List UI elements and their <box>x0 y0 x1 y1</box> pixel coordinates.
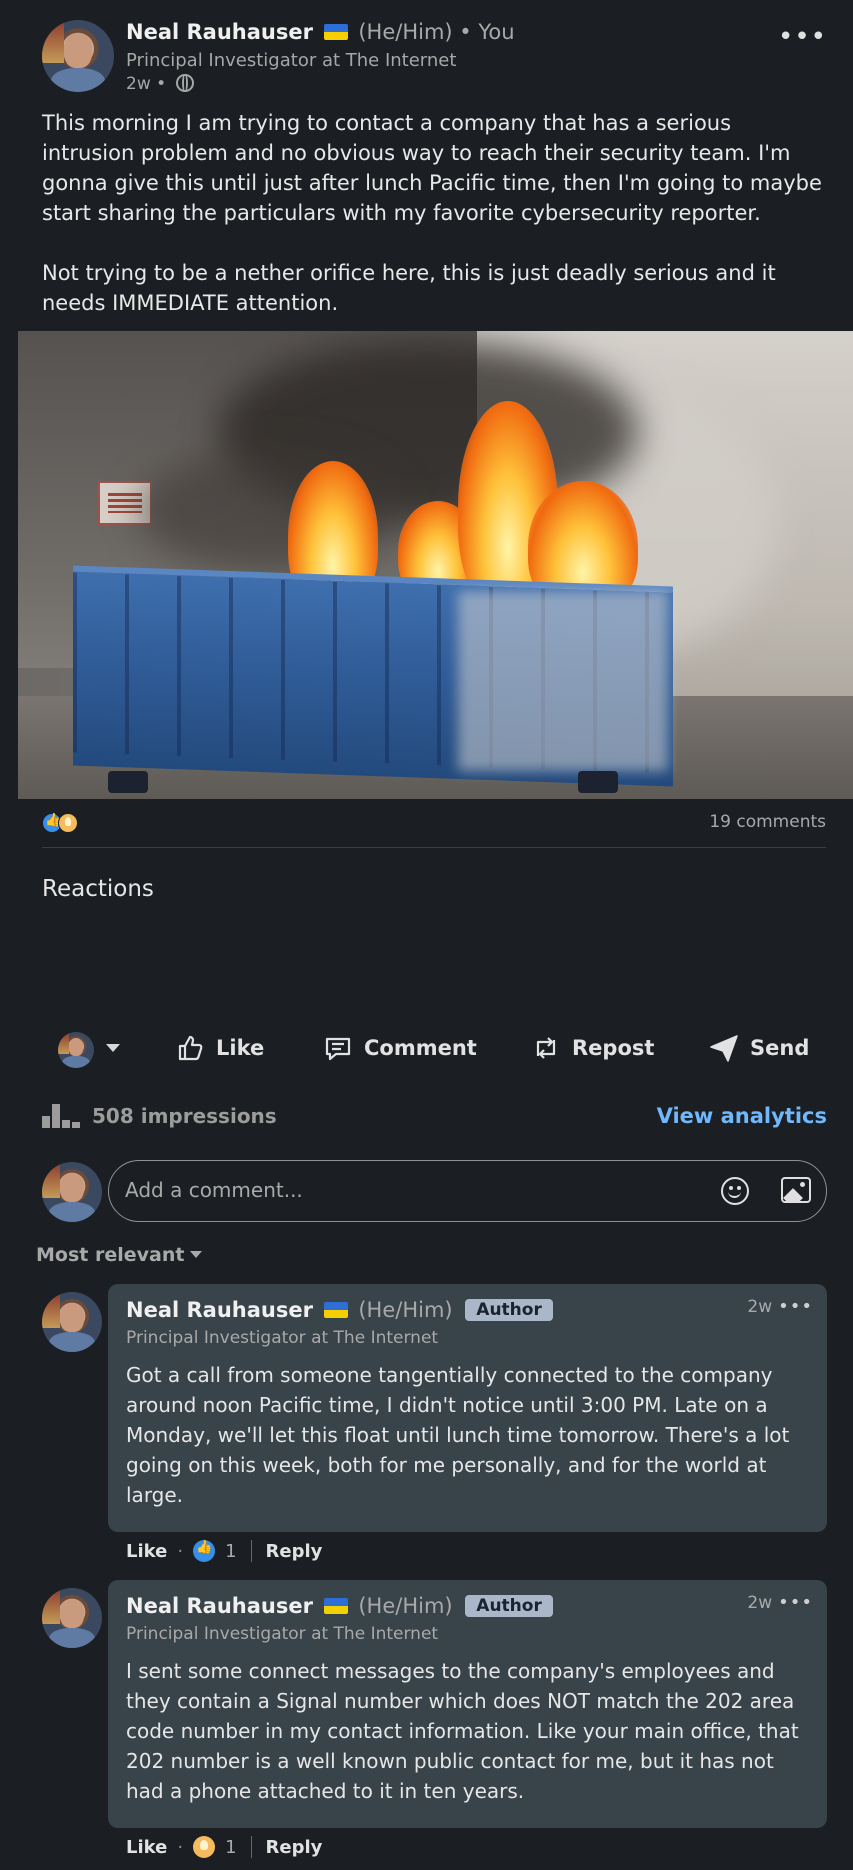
comment-timestamp: 2w ••• <box>747 1592 813 1613</box>
comment-avatar[interactable] <box>42 1292 102 1352</box>
author-name[interactable]: Neal Rauhauser <box>126 20 313 44</box>
add-comment-input[interactable] <box>125 1161 685 1219</box>
more-horizontal-icon[interactable]: ••• <box>778 1592 813 1613</box>
comment-actions: Like · 1 Reply <box>126 1836 322 1858</box>
thumbs-up-icon <box>178 1035 203 1061</box>
insightful-reaction-icon <box>58 813 78 833</box>
comment-time-text: 2w <box>747 1593 773 1613</box>
post-timestamp: 2w • <box>126 74 194 94</box>
globe-icon <box>175 74 194 92</box>
comment-author-name[interactable]: Neal Rauhauser <box>126 1298 313 1322</box>
insightful-reaction-icon <box>193 1836 216 1858</box>
comment-text: I sent some connect messages to the comp… <box>126 1659 799 1803</box>
bar-chart-icon <box>42 1104 80 1128</box>
send-icon <box>710 1035 738 1062</box>
sort-dropdown[interactable]: Most relevant <box>36 1244 203 1266</box>
comment-bubble: Neal Rauhauser (He/Him) Author Principal… <box>108 1580 827 1828</box>
reactions-heading: Reactions <box>42 876 154 902</box>
post-body-text: This morning I am trying to contact a co… <box>42 111 822 315</box>
caret-down-icon <box>190 1251 203 1258</box>
comment-actions: Like · 1 Reply <box>126 1540 322 1562</box>
emoji-icon[interactable] <box>721 1177 749 1205</box>
impressions-count: 508 impressions <box>92 1104 277 1128</box>
author-line[interactable]: Neal Rauhauser (He/Him) • You <box>126 20 515 44</box>
author-meta: (He/Him) • You <box>358 20 515 44</box>
repost-label: Repost <box>572 1036 655 1060</box>
social-counts: 19 comments <box>42 808 826 848</box>
comment-time-text: 2w <box>747 1297 773 1317</box>
ukraine-flag-icon <box>323 1302 348 1318</box>
separator-dot: · <box>177 1540 184 1562</box>
post-image-dumpster-fire[interactable] <box>18 331 853 799</box>
post-page: Neal Rauhauser (He/Him) • You Principal … <box>0 0 853 1870</box>
comment-reply-button[interactable]: Reply <box>266 1541 323 1562</box>
comment-pronouns: (He/Him) <box>358 1298 453 1322</box>
separator-dot: · <box>177 1836 184 1858</box>
send-label: Send <box>750 1036 810 1060</box>
impressions[interactable]: 508 impressions <box>42 1104 277 1128</box>
view-analytics-link[interactable]: View analytics <box>657 1104 827 1128</box>
comment-text: Got a call from someone tangentially con… <box>126 1363 790 1507</box>
send-button[interactable]: Send <box>708 1028 809 1068</box>
comment-timestamp: 2w ••• <box>747 1296 813 1317</box>
comment-icon <box>325 1037 351 1061</box>
action-bar: Like Comment Repost Send <box>0 1020 853 1072</box>
comment-reaction-count[interactable]: 1 <box>225 1837 236 1858</box>
author-headline: Principal Investigator at The Internet <box>126 50 457 71</box>
repost-icon <box>536 1037 556 1059</box>
comment-like-button[interactable]: Like <box>126 1541 167 1562</box>
comment-avatar[interactable] <box>42 1588 102 1648</box>
comment-author-name[interactable]: Neal Rauhauser <box>126 1594 313 1618</box>
sort-label: Most relevant <box>36 1244 185 1266</box>
comment-item: Neal Rauhauser (He/Him) Author Principal… <box>0 1284 853 1562</box>
comment-reaction-count[interactable]: 1 <box>225 1541 236 1562</box>
post-time-text: 2w • <box>126 74 167 94</box>
author-badge: Author <box>465 1595 553 1617</box>
post-header: Neal Rauhauser (He/Him) • You Principal … <box>0 0 853 110</box>
author-badge: Author <box>465 1299 553 1321</box>
commenter-avatar <box>42 1162 102 1222</box>
comment-bubble: Neal Rauhauser (He/Him) Author Principal… <box>108 1284 827 1532</box>
ukraine-flag-icon <box>323 24 348 40</box>
like-button[interactable]: Like <box>174 1028 264 1068</box>
add-comment-box <box>108 1160 827 1222</box>
more-horizontal-icon[interactable]: ••• <box>778 22 827 52</box>
like-reaction-icon <box>193 1540 216 1562</box>
author-avatar[interactable] <box>42 20 114 92</box>
comment-reply-button[interactable]: Reply <box>266 1837 323 1858</box>
comment-button[interactable]: Comment <box>322 1028 477 1068</box>
comment-like-button[interactable]: Like <box>126 1837 167 1858</box>
divider <box>250 1836 252 1858</box>
comment-item: Neal Rauhauser (He/Him) Author Principal… <box>0 1580 853 1866</box>
chevron-down-icon[interactable] <box>106 1044 120 1052</box>
like-label: Like <box>216 1036 265 1060</box>
ukraine-flag-icon <box>323 1598 348 1614</box>
comment-author-headline: Principal Investigator at The Internet <box>126 1328 439 1348</box>
comment-label: Comment <box>364 1036 477 1060</box>
comment-author[interactable]: Neal Rauhauser (He/Him) Author <box>126 1298 553 1322</box>
actor-avatar[interactable] <box>58 1032 94 1068</box>
comments-count[interactable]: 19 comments <box>709 812 826 832</box>
comment-author[interactable]: Neal Rauhauser (He/Him) Author <box>126 1594 553 1618</box>
repost-button[interactable]: Repost <box>530 1028 654 1068</box>
comment-author-headline: Principal Investigator at The Internet <box>126 1624 439 1644</box>
more-horizontal-icon[interactable]: ••• <box>778 1296 813 1317</box>
comment-pronouns: (He/Him) <box>358 1594 453 1618</box>
image-icon[interactable] <box>781 1177 811 1203</box>
divider <box>250 1540 252 1562</box>
